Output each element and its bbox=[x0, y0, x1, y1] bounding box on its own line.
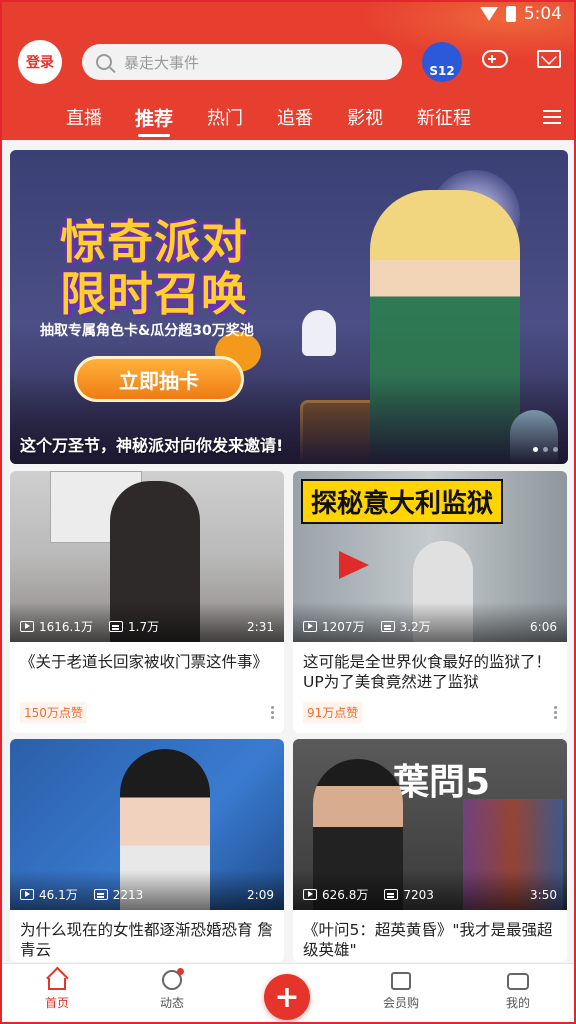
thumbnail-headline: 探秘意大利监狱 bbox=[301, 479, 504, 524]
login-button[interactable]: 登录 bbox=[18, 40, 62, 84]
gamepad-icon[interactable] bbox=[482, 50, 508, 68]
active-tab-indicator bbox=[138, 134, 170, 137]
home-icon bbox=[48, 978, 66, 990]
video-card[interactable]: 46.1万 2213 2:09 为什么现在的女性都逐渐恐婚恐育 詹青云 bbox=[10, 739, 284, 962]
video-stats: 1616.1万 1.7万 2:31 bbox=[20, 618, 274, 635]
video-duration: 3:50 bbox=[530, 887, 557, 902]
more-options-icon[interactable] bbox=[271, 706, 274, 719]
search-icon bbox=[96, 54, 112, 70]
banner-caption: 这个万圣节，神秘派对向你发来邀请! bbox=[20, 436, 284, 455]
likes-badge: 91万点赞 bbox=[303, 702, 363, 723]
carousel-dots bbox=[533, 447, 558, 452]
thumbnail-headline: 葉問5 bbox=[393, 762, 491, 803]
view-count: 1207万 bbox=[322, 620, 365, 634]
tab-recommend[interactable]: 推荐 bbox=[135, 104, 173, 131]
danmaku-icon bbox=[384, 889, 399, 900]
mail-icon[interactable] bbox=[537, 50, 561, 68]
draw-card-button[interactable]: 立即抽卡 bbox=[74, 356, 244, 402]
video-stats: 626.8万 7203 3:50 bbox=[303, 886, 557, 903]
tab-anime[interactable]: 追番 bbox=[277, 104, 313, 130]
video-duration: 2:09 bbox=[247, 887, 274, 902]
publish-plus-button[interactable]: + bbox=[264, 974, 310, 1020]
tab-live[interactable]: 直播 bbox=[66, 104, 102, 130]
video-title[interactable]: 《关于老道长回家被收门票这件事》 bbox=[10, 642, 284, 694]
ghost-icon bbox=[302, 310, 336, 356]
wifi-icon bbox=[479, 7, 498, 21]
tv-icon bbox=[507, 973, 529, 990]
video-duration: 2:31 bbox=[247, 619, 274, 634]
s12-event-badge[interactable]: S12 bbox=[422, 42, 462, 82]
danmaku-count: 3.2万 bbox=[399, 620, 431, 634]
video-stats: 46.1万 2213 2:09 bbox=[20, 886, 274, 903]
danmaku-icon bbox=[380, 621, 395, 632]
play-count-icon bbox=[20, 889, 34, 900]
more-options-icon[interactable] bbox=[554, 706, 557, 719]
video-title[interactable]: 这可能是全世界伙食最好的监狱了！UP为了美食竟然进了监狱 bbox=[293, 642, 567, 694]
nav-shop-label: 会员购 bbox=[382, 996, 419, 1010]
video-card[interactable]: 葉問5 626.8万 7203 3:50 《叶问5：超英黄昏》"我才是最强超级英… bbox=[293, 739, 567, 962]
tab-hot[interactable]: 热门 bbox=[207, 104, 243, 130]
nav-home-label: 首页 bbox=[44, 996, 69, 1010]
video-duration: 6:06 bbox=[530, 619, 557, 634]
nav-mine-label: 我的 bbox=[505, 996, 530, 1010]
view-count: 46.1万 bbox=[39, 888, 78, 902]
nav-dynamic-label: 动态 bbox=[159, 996, 184, 1010]
video-stats: 1207万 3.2万 6:06 bbox=[303, 618, 557, 635]
dynamic-icon bbox=[162, 968, 184, 990]
view-count: 1616.1万 bbox=[39, 620, 93, 634]
danmaku-count: 7203 bbox=[403, 887, 434, 902]
status-time: 5:04 bbox=[523, 4, 562, 24]
banner-subline: 抽取专属角色卡&瓜分超30万奖池 bbox=[40, 323, 254, 339]
tab-movies[interactable]: 影视 bbox=[347, 104, 383, 130]
top-header: 5:04 登录 暴走大事件 S12 直播 推荐 热门 追番 影视 新征程 bbox=[0, 0, 576, 140]
likes-badge: 150万点赞 bbox=[20, 702, 87, 723]
promo-banner[interactable]: 惊奇派对 限时召唤 抽取专属角色卡&瓜分超30万奖池 立即抽卡 这个万圣节，神秘… bbox=[10, 150, 568, 464]
danmaku-icon bbox=[109, 621, 123, 632]
nav-mine[interactable]: 我的 bbox=[478, 970, 558, 1011]
video-thumbnail: 46.1万 2213 2:09 bbox=[10, 739, 284, 910]
video-thumbnail: 葉問5 626.8万 7203 3:50 bbox=[293, 739, 567, 910]
danmaku-count: 2213 bbox=[112, 887, 144, 902]
danmaku-count: 1.7万 bbox=[128, 620, 160, 634]
menu-icon[interactable] bbox=[543, 110, 561, 124]
nav-home[interactable]: 首页 bbox=[17, 970, 97, 1011]
video-title[interactable]: 为什么现在的女性都逐渐恐婚恐育 詹青云 bbox=[10, 910, 284, 962]
banner-title-line2: 限时召唤 bbox=[60, 267, 248, 321]
shopping-bag-icon bbox=[391, 972, 411, 990]
battery-icon bbox=[505, 6, 516, 22]
video-thumbnail: 探秘意大利监狱 1207万 3.2万 6:06 bbox=[293, 471, 567, 642]
search-placeholder: 暴走大事件 bbox=[124, 53, 200, 72]
play-count-icon bbox=[20, 621, 34, 632]
tab-new-journey[interactable]: 新征程 bbox=[417, 104, 471, 130]
video-card[interactable]: 1616.1万 1.7万 2:31 《关于老道长回家被收门票这件事》 150万点… bbox=[10, 471, 284, 733]
view-count: 626.8万 bbox=[322, 888, 369, 902]
status-bar: 5:04 bbox=[479, 4, 562, 24]
danmaku-icon bbox=[93, 889, 108, 900]
arrow-icon bbox=[339, 551, 369, 579]
nav-shop[interactable]: 会员购 bbox=[361, 970, 441, 1011]
video-thumbnail: 1616.1万 1.7万 2:31 bbox=[10, 471, 284, 642]
play-count-icon bbox=[303, 621, 317, 632]
video-card[interactable]: 探秘意大利监狱 1207万 3.2万 6:06 这可能是全世界伙食最好的监狱了！… bbox=[293, 471, 567, 733]
bottom-navigation: 首页 动态 + 会员购 我的 bbox=[0, 963, 576, 1024]
play-count-icon bbox=[303, 889, 317, 900]
video-title[interactable]: 《叶问5：超英黄昏》"我才是最强超级英雄" bbox=[293, 910, 567, 962]
nav-dynamic[interactable]: 动态 bbox=[132, 968, 212, 1011]
search-bar[interactable]: 暴走大事件 bbox=[82, 44, 402, 80]
